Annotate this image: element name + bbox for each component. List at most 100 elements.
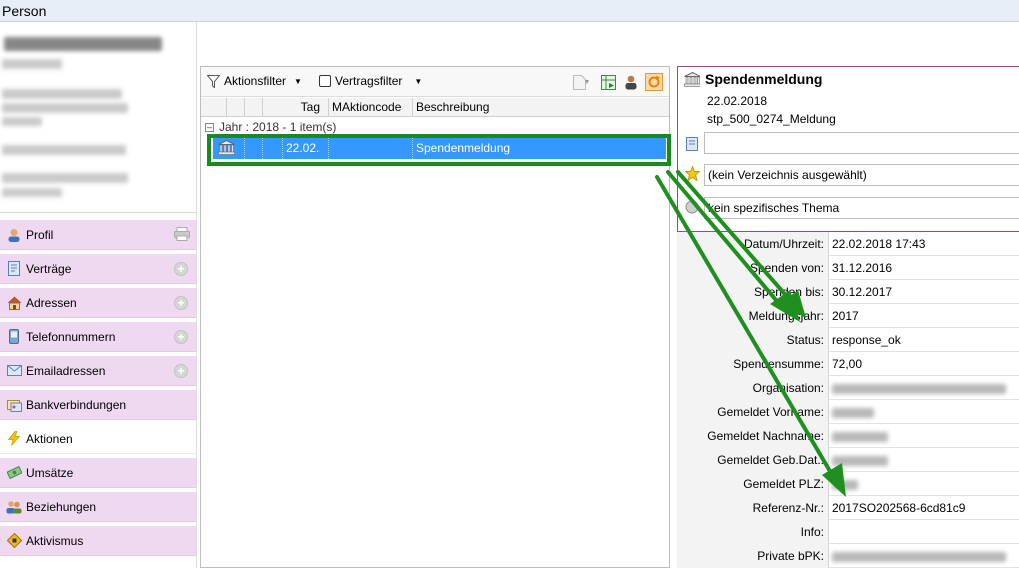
house-icon [6, 295, 22, 311]
vertragsfilter-dropdown[interactable]: Vertragsfilter ▼ [319, 74, 422, 88]
export-excel-icon[interactable] [599, 73, 617, 91]
property-row: Datum/Uhrzeit: 22.02.2018 17:43 [677, 232, 1019, 256]
sidebar-nav: Profil Verträge + Adressen + Telefonnumm… [0, 220, 196, 560]
sidebar-item-umsaetze[interactable]: Umsätze [0, 458, 196, 488]
contract-icon [6, 261, 22, 277]
column-icon[interactable] [201, 98, 227, 117]
property-value: 30.12.2017 [832, 285, 893, 299]
chevron-down-icon[interactable]: ▼ [582, 73, 592, 91]
property-key: Datum/Uhrzeit: [677, 232, 829, 256]
panel-splitter[interactable] [196, 22, 197, 568]
row-icon-cell [213, 137, 245, 159]
property-value-redacted [832, 400, 874, 424]
column-blank[interactable] [245, 98, 263, 117]
warning-sign-icon [6, 533, 22, 549]
verzeichnis-field[interactable]: (kein Verzeichnis ausgewählt) [704, 164, 1019, 186]
property-key: Gemeldet Geb.Dat.: [677, 448, 829, 472]
column-tag[interactable]: Tag [263, 98, 329, 117]
property-key: Spendensumme: [677, 352, 829, 376]
property-value: response_ok [832, 333, 901, 347]
property-row: Spendensumme: 72,00 [677, 352, 1019, 376]
property-value: 22.02.2018 17:43 [832, 237, 926, 251]
group-row[interactable]: – Jahr : 2018 - 1 item(s) [205, 120, 336, 134]
sidebar-item-label: Bankverbindungen [26, 397, 127, 412]
lightning-icon [6, 431, 22, 447]
sidebar-item-bankverbindungen[interactable]: Bankverbindungen [0, 390, 196, 420]
detail-title: Spendenmeldung [705, 71, 823, 87]
row-beschreibung: Spendenmeldung [416, 141, 511, 155]
property-value-redacted [832, 472, 858, 496]
phone-icon [6, 329, 22, 345]
chevron-down-icon: ▼ [414, 76, 423, 86]
sidebar-item-emailadressen[interactable]: Emailadressen + [0, 356, 196, 386]
window-title: Person [0, 0, 1019, 22]
row-cell [245, 137, 263, 159]
add-icon[interactable]: + [174, 296, 188, 310]
add-icon[interactable]: + [174, 262, 188, 276]
column-blank[interactable] [227, 98, 245, 117]
contract-icon [684, 136, 700, 152]
chevron-down-icon: ▼ [294, 76, 302, 86]
add-icon[interactable]: + [174, 364, 188, 378]
bank-building-icon [218, 140, 235, 155]
property-key: Spenden bis: [677, 280, 829, 304]
property-row: Status: response_ok [677, 328, 1019, 352]
aktionsfilter-dropdown[interactable]: Aktionsfilter ▼ [207, 74, 302, 88]
sidebar-item-profil[interactable]: Profil [0, 220, 196, 250]
sidebar-item-label: Aktionen [26, 431, 73, 446]
row-tag: 22.02. [283, 137, 329, 159]
property-key: Status: [677, 328, 829, 352]
detail-file: stp_500_0274_Meldung [707, 112, 836, 126]
property-row: Organisation: [677, 376, 1019, 400]
property-value: 2017 [832, 309, 859, 323]
property-key: Spenden von: [677, 256, 829, 280]
person-icon [6, 227, 22, 243]
sidebar-item-label: Adressen [26, 295, 77, 310]
property-key: Organisation: [677, 376, 829, 400]
property-key: Meldungsjahr: [677, 304, 829, 328]
sidebar-item-aktionen[interactable]: Aktionen [0, 424, 196, 454]
thema-field[interactable]: kein spezifisches Thema [704, 197, 1019, 219]
property-row: Gemeldet Geb.Dat.: [677, 448, 1019, 472]
property-row: Info: [677, 520, 1019, 544]
property-value-redacted [832, 376, 1006, 400]
refresh-icon[interactable] [645, 73, 663, 91]
property-value-redacted [832, 424, 888, 448]
property-row: Gemeldet Vorname: [677, 400, 1019, 424]
property-value: 72,00 [832, 357, 863, 371]
collapse-icon[interactable]: – [205, 122, 214, 132]
print-icon[interactable] [174, 227, 190, 244]
column-beschreibung[interactable]: Beschreibung [413, 98, 669, 117]
property-key: Private bPK: [677, 544, 829, 568]
property-value-redacted [832, 448, 888, 472]
sidebar-item-beziehungen[interactable]: Beziehungen [0, 492, 196, 522]
bank-building-icon [684, 71, 700, 87]
row-maktioncode [329, 137, 413, 159]
topic-icon [684, 199, 700, 215]
property-row: Gemeldet PLZ: [677, 472, 1019, 496]
sidebar-item-label: Beziehungen [26, 499, 97, 514]
person-icon[interactable] [622, 73, 640, 91]
checkbox-icon[interactable] [319, 75, 331, 87]
sidebar-item-aktivismus[interactable]: Aktivismus [0, 526, 196, 556]
property-value-redacted [832, 544, 1006, 568]
sidebar-item-label: Emailadressen [26, 363, 106, 378]
add-icon[interactable]: + [174, 330, 188, 344]
sidebar-item-vertraege[interactable]: Verträge + [0, 254, 196, 284]
property-key: Referenz-Nr.: [677, 496, 829, 520]
sidebar-item-telefonnummern[interactable]: Telefonnummern + [0, 322, 196, 352]
row-cell [263, 137, 283, 159]
property-key: Gemeldet PLZ: [677, 472, 829, 496]
actions-list-panel: Aktionsfilter ▼ Vertragsfilter ▼ ▼ Tag M… [200, 66, 670, 568]
people-icon [6, 499, 22, 515]
document-field[interactable] [704, 132, 1019, 154]
list-column-header: Tag MAktioncode Beschreibung [201, 98, 669, 117]
bank-card-icon [6, 397, 22, 413]
property-row: Spenden bis: 30.12.2017 [677, 280, 1019, 304]
property-value: 2017SO202568-6cd81c9 [832, 501, 966, 515]
table-row[interactable]: 22.02. Spendenmeldung [213, 137, 666, 159]
column-maktioncode[interactable]: MAktioncode [329, 98, 413, 117]
aktionsfilter-label: Aktionsfilter [224, 74, 287, 88]
sidebar-item-adressen[interactable]: Adressen + [0, 288, 196, 318]
property-row: Gemeldet Nachname: [677, 424, 1019, 448]
